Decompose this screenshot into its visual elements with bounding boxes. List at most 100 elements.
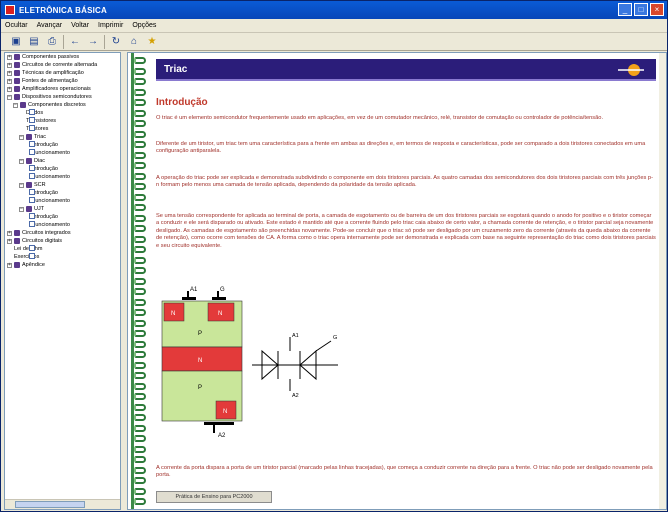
tree-item[interactable]: Introdução	[5, 141, 120, 149]
tree-item[interactable]: Tiristores	[5, 125, 120, 133]
tree-item[interactable]: − Componentes discretos	[5, 101, 120, 109]
expand-icon[interactable]: +	[7, 54, 12, 60]
collapse-icon[interactable]: −	[19, 206, 24, 212]
app-window: ELETRÔNICA BÁSICA _ □ × Ocultar Avançar …	[0, 0, 668, 512]
title-bar[interactable]: ELETRÔNICA BÁSICA _ □ ×	[1, 1, 667, 19]
window-title: ELETRÔNICA BÁSICA	[19, 5, 107, 15]
page-icon	[29, 165, 35, 171]
tree-item[interactable]: Diodos	[5, 109, 120, 117]
menu-forward[interactable]: Avançar	[37, 22, 63, 29]
tree-item[interactable]: Lei de Ohm	[5, 245, 120, 253]
book-icon	[26, 158, 32, 164]
tree-item[interactable]: + Fontes de alimentação	[5, 77, 120, 85]
maximize-button[interactable]: □	[634, 3, 648, 16]
book-icon	[14, 238, 20, 244]
spiral-ring	[134, 256, 146, 264]
page-icon	[29, 173, 35, 179]
refresh-icon[interactable]: ↻	[109, 35, 123, 49]
spiral-ring	[134, 267, 146, 274]
tree-item[interactable]: Funcionamento	[5, 197, 120, 205]
publisher-logo	[614, 62, 648, 78]
back-icon[interactable]: ←	[68, 35, 82, 49]
tree-item[interactable]: Transistores	[5, 117, 120, 125]
expand-icon[interactable]: +	[7, 62, 12, 68]
close-button[interactable]: ×	[650, 3, 664, 16]
save-icon[interactable]: ▤	[27, 35, 41, 49]
tree-item[interactable]: + Circuitos de corrente alternada	[5, 61, 120, 69]
tree-item[interactable]: Introdução	[5, 165, 120, 173]
tree-item[interactable]: Exercícios	[5, 253, 120, 261]
spiral-ring	[134, 414, 146, 421]
expand-icon[interactable]: +	[7, 86, 12, 92]
tree-item[interactable]: − UJT	[5, 205, 120, 213]
spiral-ring	[134, 193, 146, 201]
menu-back[interactable]: Voltar	[71, 22, 89, 29]
practice-button[interactable]: Prática de Ensino para PC2000	[156, 491, 272, 503]
tree-item-label: Dispositivos semicondutores	[22, 94, 92, 100]
hide-icon[interactable]: ▣	[9, 35, 23, 49]
tree-item-label: Introdução	[32, 190, 58, 196]
contents-tree[interactable]: + Componentes passivos + Circuitos de corre…	[4, 52, 121, 510]
page-icon	[29, 189, 35, 195]
layer-n2-label: N	[218, 311, 222, 317]
tree-item[interactable]: + Circuitos digitais	[5, 237, 120, 245]
tree-item[interactable]: + Componentes passivos	[5, 53, 120, 61]
tree-item[interactable]: + Circuitos integrados	[5, 229, 120, 237]
tree-item[interactable]: − Diac	[5, 157, 120, 165]
collapse-icon[interactable]: −	[19, 182, 24, 188]
expand-icon[interactable]: +	[7, 238, 12, 244]
layer-p2-label: P	[198, 385, 202, 391]
tree-item[interactable]: + Técnicas de amplificação	[5, 69, 120, 77]
print-icon[interactable]: ⎙	[45, 35, 59, 49]
toolbar-separator	[63, 34, 64, 49]
collapse-icon[interactable]: −	[19, 134, 24, 140]
forward-icon[interactable]: →	[86, 35, 100, 49]
tree-item-label: Técnicas de amplificação	[22, 70, 84, 76]
home-icon[interactable]: ⌂	[127, 35, 141, 49]
tree-item-label: Apêndice	[22, 262, 45, 268]
horizontal-scrollbar[interactable]	[5, 499, 120, 509]
tree-item[interactable]: Funcionamento	[5, 221, 120, 229]
spiral-ring	[134, 162, 146, 169]
layer-n3-label: N	[223, 409, 227, 415]
layer-n-mid-label: N	[198, 358, 202, 364]
spiral-ring	[134, 204, 146, 211]
spiral-ring	[134, 151, 146, 159]
collapse-icon[interactable]: −	[7, 94, 12, 100]
expand-icon[interactable]: +	[7, 78, 12, 84]
expand-icon[interactable]: +	[7, 70, 12, 76]
menu-hide[interactable]: Ocultar	[5, 22, 28, 29]
tree-item[interactable]: Funcionamento	[5, 173, 120, 181]
spiral-ring	[134, 424, 146, 432]
menu-options[interactable]: Opções	[132, 22, 156, 29]
tree-item-label: SCR	[34, 182, 46, 188]
expand-icon[interactable]: +	[7, 230, 12, 236]
page-icon	[29, 245, 35, 251]
tree-item-label: Introdução	[32, 142, 58, 148]
menu-print[interactable]: Imprimir	[98, 22, 123, 29]
tree-item[interactable]: Funcionamento	[5, 149, 120, 157]
minimize-button[interactable]: _	[618, 3, 632, 16]
book-icon	[14, 62, 20, 68]
tree-item-label: Introdução	[32, 166, 58, 172]
collapse-icon[interactable]: −	[13, 102, 18, 108]
tree-item-label: Funcionamento	[32, 198, 70, 204]
tree-item[interactable]: + Amplificadores operacionais	[5, 85, 120, 93]
expand-icon[interactable]: +	[7, 262, 12, 268]
tree-item[interactable]: Introdução	[5, 213, 120, 221]
tree-item-label: Amplificadores operacionais	[22, 86, 91, 92]
tree-item[interactable]: − Triac	[5, 133, 120, 141]
terminal-a2-label: A2	[218, 433, 226, 439]
spiral-ring	[134, 393, 146, 400]
tree-item-label: Circuitos integrados	[22, 230, 71, 236]
vertical-scrollbar[interactable]	[659, 53, 666, 509]
spiral-ring	[134, 57, 146, 64]
collapse-icon[interactable]: −	[19, 158, 24, 164]
spiral-ring	[134, 372, 146, 379]
tree-item[interactable]: − Dispositivos semicondutores	[5, 93, 120, 101]
tree-item[interactable]: + Apêndice	[5, 261, 120, 269]
scroll-thumb[interactable]	[15, 501, 85, 508]
favorites-icon[interactable]: ★	[145, 35, 159, 49]
tree-item[interactable]: Introdução	[5, 189, 120, 197]
tree-item[interactable]: − SCR	[5, 181, 120, 189]
